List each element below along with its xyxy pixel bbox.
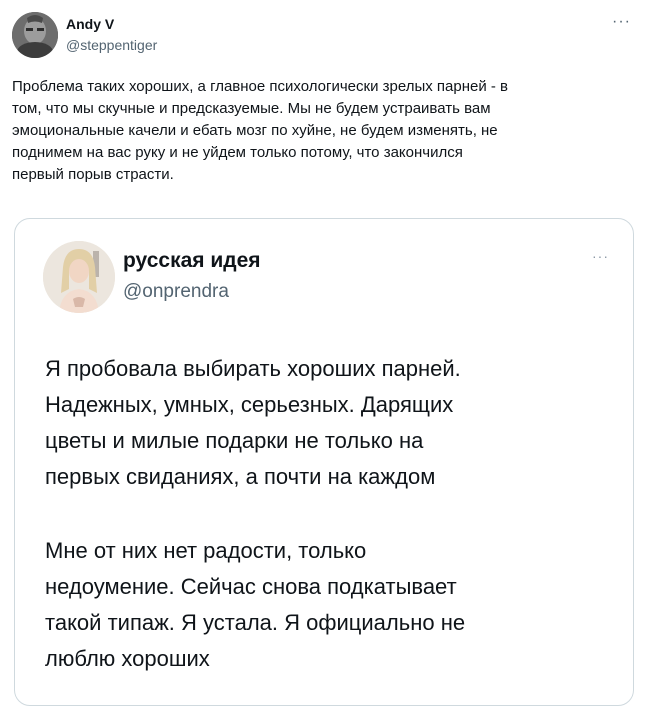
quoted-paragraph: Я пробовала выбирать хороших парней. Над… — [45, 356, 461, 489]
tweet[interactable]: Andy V @steppentiger ··· Проблема таких … — [0, 0, 651, 713]
more-options-icon[interactable]: ··· — [612, 14, 631, 30]
quoted-paragraph: Мне от них нет радости, только недоумени… — [45, 538, 466, 671]
quoted-author-handle[interactable]: @onprendra — [123, 281, 229, 303]
quoted-author-avatar-image — [43, 241, 115, 313]
quoted-tweet-card[interactable]: русская идея @onprendra ··· Я пробовала … — [14, 218, 634, 706]
quoted-author-name[interactable]: русская идея — [123, 249, 261, 273]
tweet-text: Проблема таких хороших, а главное психол… — [12, 78, 509, 183]
author-avatar-image — [12, 12, 58, 58]
quoted-author-avatar[interactable] — [43, 241, 115, 313]
author-name[interactable]: Andy V — [66, 16, 114, 32]
quoted-tweet-text: Я пробовала выбирать хороших парней. Над… — [45, 351, 615, 677]
author-avatar[interactable] — [12, 12, 58, 58]
author-handle[interactable]: @steppentiger — [66, 37, 157, 53]
quoted-more-options-icon[interactable]: ··· — [592, 249, 609, 263]
